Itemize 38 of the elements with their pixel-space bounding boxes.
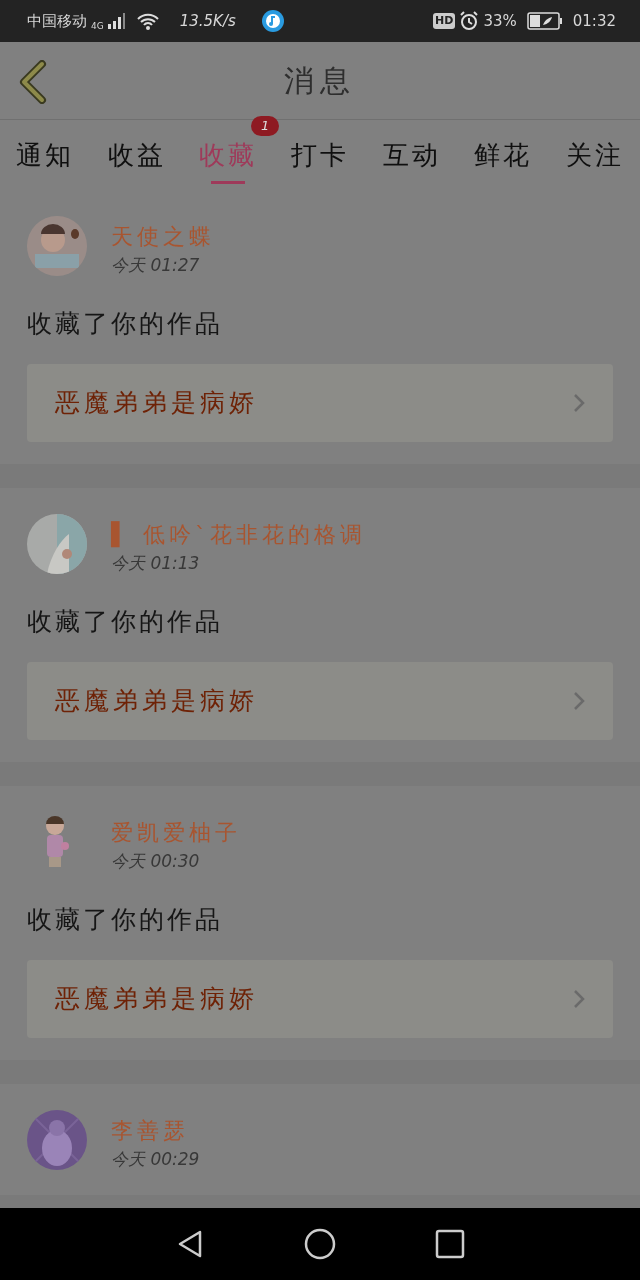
recent-apps-icon	[434, 1228, 466, 1260]
carrier-name: 中国移动	[27, 10, 87, 32]
chevron-right-icon	[573, 393, 585, 413]
battery-percent: 33%	[483, 10, 517, 32]
page-title: 消息	[284, 62, 356, 100]
tab[interactable]: 收益	[107, 120, 166, 190]
signal-icon	[107, 13, 126, 29]
work-link[interactable]: 恶魔弟弟是病娇	[27, 662, 613, 740]
network-speed: 13.5K/s	[179, 10, 236, 32]
music-icon	[261, 10, 284, 32]
clock-time: 01:32	[572, 10, 616, 32]
message-time: 今天 01:27	[111, 254, 201, 277]
back-button[interactable]	[18, 60, 48, 104]
back-icon	[18, 60, 48, 104]
message-text: 收藏了你的作品	[27, 903, 224, 936]
nav-button[interactable]	[304, 1228, 336, 1260]
work-link[interactable]: 恶魔弟弟是病娇	[27, 960, 613, 1038]
home-icon	[304, 1228, 336, 1260]
message-time: 今天 01:13	[111, 552, 201, 575]
work-link[interactable]: 恶魔弟弟是病娇	[27, 364, 613, 442]
nav-button[interactable]	[434, 1228, 466, 1260]
count-badge: 1	[251, 116, 280, 136]
wifi-icon	[135, 12, 160, 30]
message-text: 收藏了你的作品	[27, 605, 224, 638]
chevron-right-icon	[573, 989, 585, 1009]
tab[interactable]: 打卡	[290, 120, 349, 190]
tab[interactable]: 互动	[382, 120, 441, 190]
alarm-icon	[459, 11, 480, 31]
tab[interactable]: 通知	[16, 120, 74, 190]
message-time: 今天 00:30	[111, 850, 201, 873]
battery-icon	[526, 12, 563, 30]
tab[interactable]: 关注	[565, 120, 624, 190]
tab[interactable]: 鲜花	[474, 120, 533, 190]
chevron-right-icon	[573, 691, 585, 711]
hd-badge: HD	[433, 12, 456, 30]
message-text: 收藏了你的作品	[27, 307, 224, 340]
network-type: 4G	[91, 19, 104, 33]
message-time: 今天 00:29	[111, 1148, 200, 1171]
